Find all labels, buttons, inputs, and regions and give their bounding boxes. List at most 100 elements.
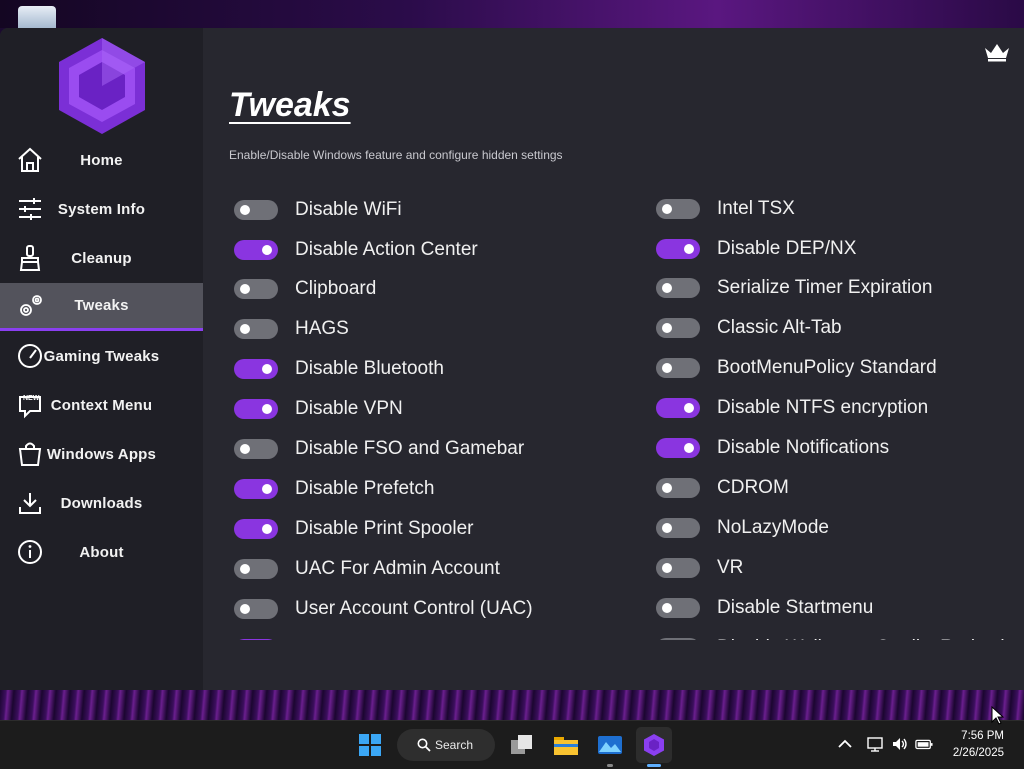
- tweak-label: Disable Print Spooler: [295, 518, 474, 539]
- tweak-toggle-row[interactable]: User Account Control (UAC): [234, 594, 533, 624]
- sidebar-item-label: Gaming Tweaks: [43, 347, 160, 365]
- toggle-switch[interactable]: [234, 519, 278, 539]
- tweak-toggle-row[interactable]: Disable WiFi: [234, 195, 402, 225]
- toggle-switch[interactable]: [234, 240, 278, 260]
- tweak-toggle-row[interactable]: Intel TSX: [656, 194, 795, 224]
- start-button[interactable]: [352, 727, 388, 763]
- search-icon: [417, 738, 431, 752]
- tweak-toggle-row[interactable]: CDROM: [656, 473, 789, 503]
- tweak-toggle-row[interactable]: Disable VPN: [234, 394, 403, 424]
- tweak-label: Classic Alt-Tab: [717, 317, 842, 338]
- toggle-switch[interactable]: [656, 199, 700, 219]
- sidebar-item-tweaks[interactable]: Tweaks: [0, 283, 203, 331]
- crown-icon[interactable]: [984, 42, 1010, 62]
- tweak-toggle-row[interactable]: Disable Print Spooler: [234, 514, 473, 544]
- toggle-switch[interactable]: [656, 638, 700, 640]
- clock-date: 2/26/2025: [952, 747, 1004, 759]
- sidebar-item-home[interactable]: Home: [0, 136, 203, 184]
- toggle-switch[interactable]: [234, 639, 278, 640]
- active-indicator: [647, 764, 661, 767]
- clock[interactable]: 7:56 PM 2/26/2025: [953, 728, 1004, 762]
- toggle-switch[interactable]: [234, 559, 278, 579]
- task-view-button[interactable]: [504, 727, 540, 763]
- volume-icon[interactable]: [891, 735, 909, 753]
- sidebar-item-about[interactable]: About: [0, 528, 203, 576]
- toggle-switch[interactable]: [234, 200, 278, 220]
- tweak-toggle-row[interactable]: Disable Wallpaper Quality Reduction: [656, 633, 1024, 640]
- tweak-label: CDROM: [717, 477, 789, 498]
- tweak-toggle-row[interactable]: VR: [656, 553, 743, 583]
- toggle-switch[interactable]: [234, 279, 278, 299]
- tweak-label: Disable FSO and Gamebar: [295, 438, 525, 459]
- toggle-switch[interactable]: [656, 558, 700, 578]
- chevron-up-icon[interactable]: [836, 735, 854, 753]
- tweak-label: Disable Prefetch: [295, 478, 435, 499]
- tweak-label: Disable NTFS encryption: [717, 397, 929, 418]
- photos-app-button[interactable]: [592, 727, 628, 767]
- tweak-toggle-row[interactable]: Disable Notifications: [656, 433, 889, 463]
- toggle-knob: [262, 364, 272, 374]
- toggle-switch[interactable]: [234, 399, 278, 419]
- battery-icon[interactable]: [915, 735, 933, 753]
- tweak-toggle-row[interactable]: Serialize Timer Expiration: [656, 273, 932, 303]
- tweak-toggle-row[interactable]: Classic Alt-Tab: [656, 313, 842, 343]
- sidebar-item-label: System Info: [57, 200, 146, 218]
- toggle-knob: [684, 403, 694, 413]
- toggle-knob: [662, 603, 672, 613]
- toggle-switch[interactable]: [656, 438, 700, 458]
- toggle-switch[interactable]: [656, 518, 700, 538]
- tweak-label: Clipboard: [295, 278, 377, 299]
- toggle-switch[interactable]: [234, 359, 278, 379]
- toggle-knob: [662, 523, 672, 533]
- tweaker-app-button[interactable]: [636, 727, 672, 767]
- toggle-switch[interactable]: [656, 239, 700, 259]
- toggle-switch[interactable]: [656, 358, 700, 378]
- tweak-toggle-row[interactable]: BootMenuPolicy Standard: [656, 353, 937, 383]
- toggle-switch[interactable]: [234, 479, 278, 499]
- photos-icon: [598, 736, 622, 754]
- toggle-switch[interactable]: [656, 598, 700, 618]
- toggle-switch[interactable]: [656, 278, 700, 298]
- tweak-label: HAGS: [295, 318, 349, 339]
- toggle-switch[interactable]: [234, 599, 278, 619]
- tweak-toggle-row[interactable]: Disable Startmenu: [656, 593, 873, 623]
- tweak-toggle-row[interactable]: Disable Action Center: [234, 235, 478, 265]
- toggle-knob: [662, 483, 672, 493]
- desktop-background-top: [0, 0, 1024, 28]
- file-explorer-button[interactable]: [548, 727, 584, 763]
- taskbar-search[interactable]: Search: [397, 729, 495, 761]
- windows-logo-icon: [359, 734, 381, 756]
- recycle-bin-icon[interactable]: [18, 6, 56, 30]
- tweak-toggle-row[interactable]: Disable Bluetooth: [234, 354, 444, 384]
- tweak-toggle-row[interactable]: Disable NTFS encryption: [656, 393, 928, 423]
- tweak-toggle-row[interactable]: Clipboard: [234, 274, 376, 304]
- tweak-toggle-row[interactable]: Disable Hyper-V and VBS: [234, 634, 514, 640]
- tweak-toggle-row[interactable]: Disable DEP/NX: [656, 234, 856, 264]
- toggle-switch[interactable]: [234, 319, 278, 339]
- tweak-toggle-row[interactable]: NoLazyMode: [656, 513, 829, 543]
- sidebar-item-label: About: [79, 543, 124, 561]
- tweak-label: Disable VPN: [295, 398, 403, 419]
- desktop-background-bottom: [0, 690, 1024, 720]
- toggle-switch[interactable]: [656, 318, 700, 338]
- sidebar-item-cleanup[interactable]: Cleanup: [0, 234, 203, 282]
- sidebar-item-system-info[interactable]: System Info: [0, 185, 203, 233]
- network-icon[interactable]: [866, 735, 884, 753]
- sidebar-item-gaming-tweaks[interactable]: Gaming Tweaks: [0, 332, 203, 380]
- running-indicator: [607, 764, 613, 767]
- tweak-toggle-row[interactable]: UAC For Admin Account: [234, 554, 500, 584]
- tweak-toggle-row[interactable]: Disable FSO and Gamebar: [234, 434, 524, 464]
- folder-icon: [554, 737, 578, 755]
- toggle-switch[interactable]: [234, 439, 278, 459]
- toggle-switch[interactable]: [656, 398, 700, 418]
- tweak-toggle-row[interactable]: Disable Prefetch: [234, 474, 434, 504]
- sidebar-item-context-menu[interactable]: NEW Context Menu: [0, 381, 203, 429]
- tweak-label: Disable Notifications: [717, 437, 890, 458]
- toggle-switch[interactable]: [656, 478, 700, 498]
- toggle-knob: [240, 324, 250, 334]
- tweak-toggle-row[interactable]: HAGS: [234, 314, 349, 344]
- sidebar-item-downloads[interactable]: Downloads: [0, 479, 203, 527]
- app-logo-icon: [59, 38, 145, 134]
- page-title: Tweaks: [229, 86, 351, 124]
- sidebar-item-windows-apps[interactable]: Windows Apps: [0, 430, 203, 478]
